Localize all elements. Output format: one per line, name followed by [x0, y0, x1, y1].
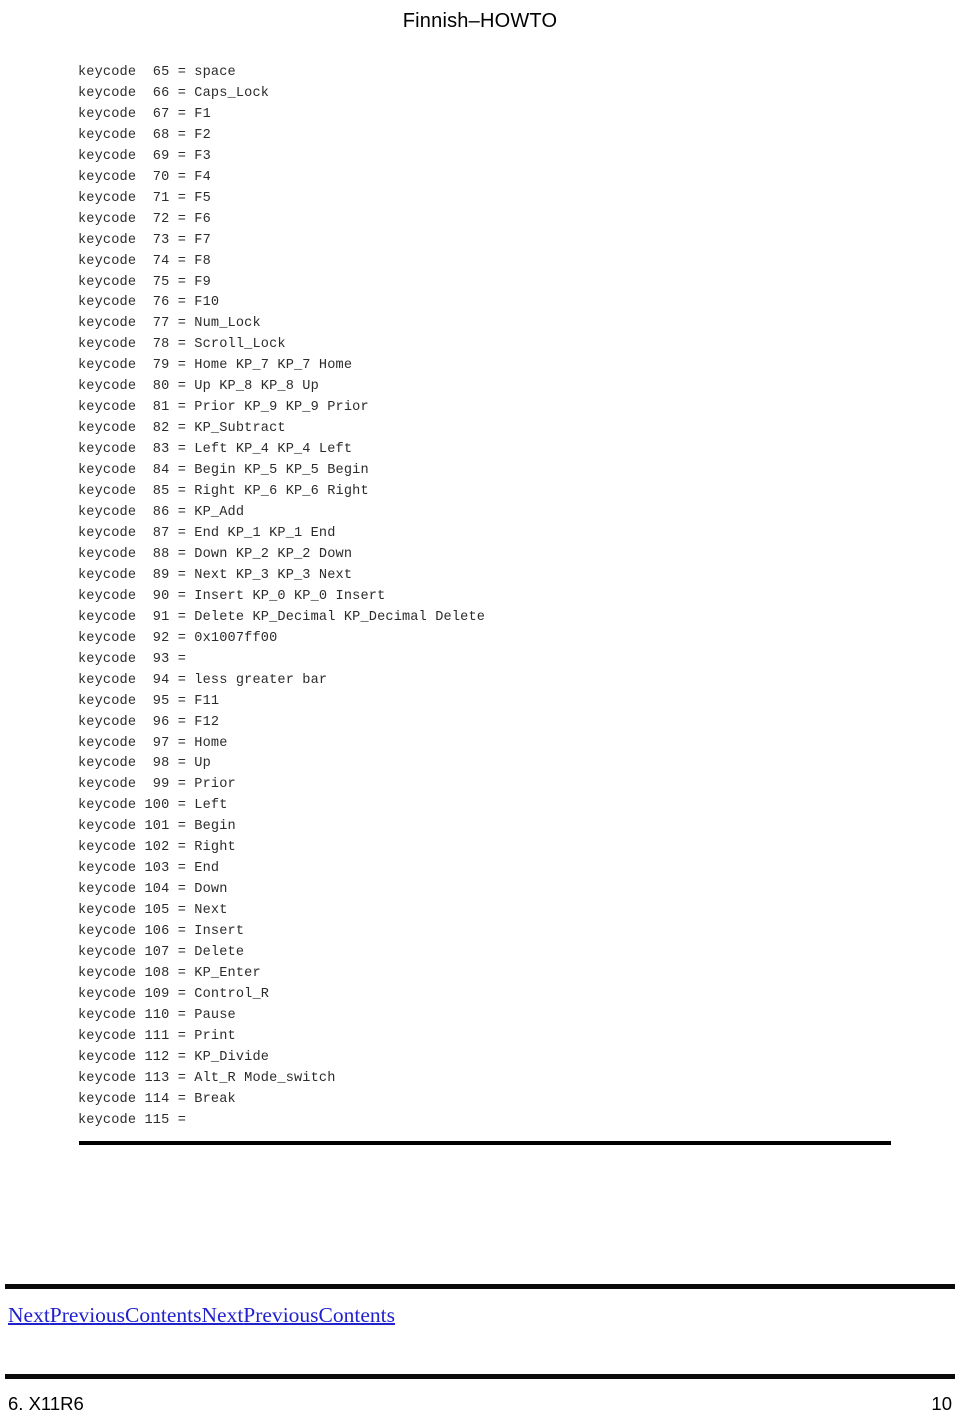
page-running-title: Finnish–HOWTO [402, 10, 558, 32]
nav-link-contents-2[interactable]: Contents [125, 1303, 201, 1327]
nav-link-contents-5[interactable]: Contents [319, 1303, 395, 1327]
nav-link-previous-1[interactable]: Previous [50, 1303, 125, 1327]
nav-link-previous-4[interactable]: Previous [243, 1303, 318, 1327]
footer-top-rule [5, 1374, 955, 1379]
navigation-links: NextPreviousContentsNextPreviousContents [8, 1301, 395, 1329]
keycode-listing-text: keycode 65 = space keycode 66 = Caps_Loc… [78, 65, 486, 1128]
nav-link-next-0[interactable]: Next [8, 1303, 50, 1327]
footer-section-title: 6. X11R6 [8, 1393, 84, 1414]
keycode-listing-block: keycode 65 = space keycode 66 = Caps_Loc… [78, 63, 892, 1153]
nav-link-next-3[interactable]: Next [202, 1303, 244, 1327]
code-block-bottom-rule [79, 1140, 891, 1145]
navigation-top-rule [5, 1284, 955, 1289]
footer-page-number: 10 [931, 1393, 952, 1414]
page-footer: 6. X11R6 10 [8, 1392, 952, 1416]
